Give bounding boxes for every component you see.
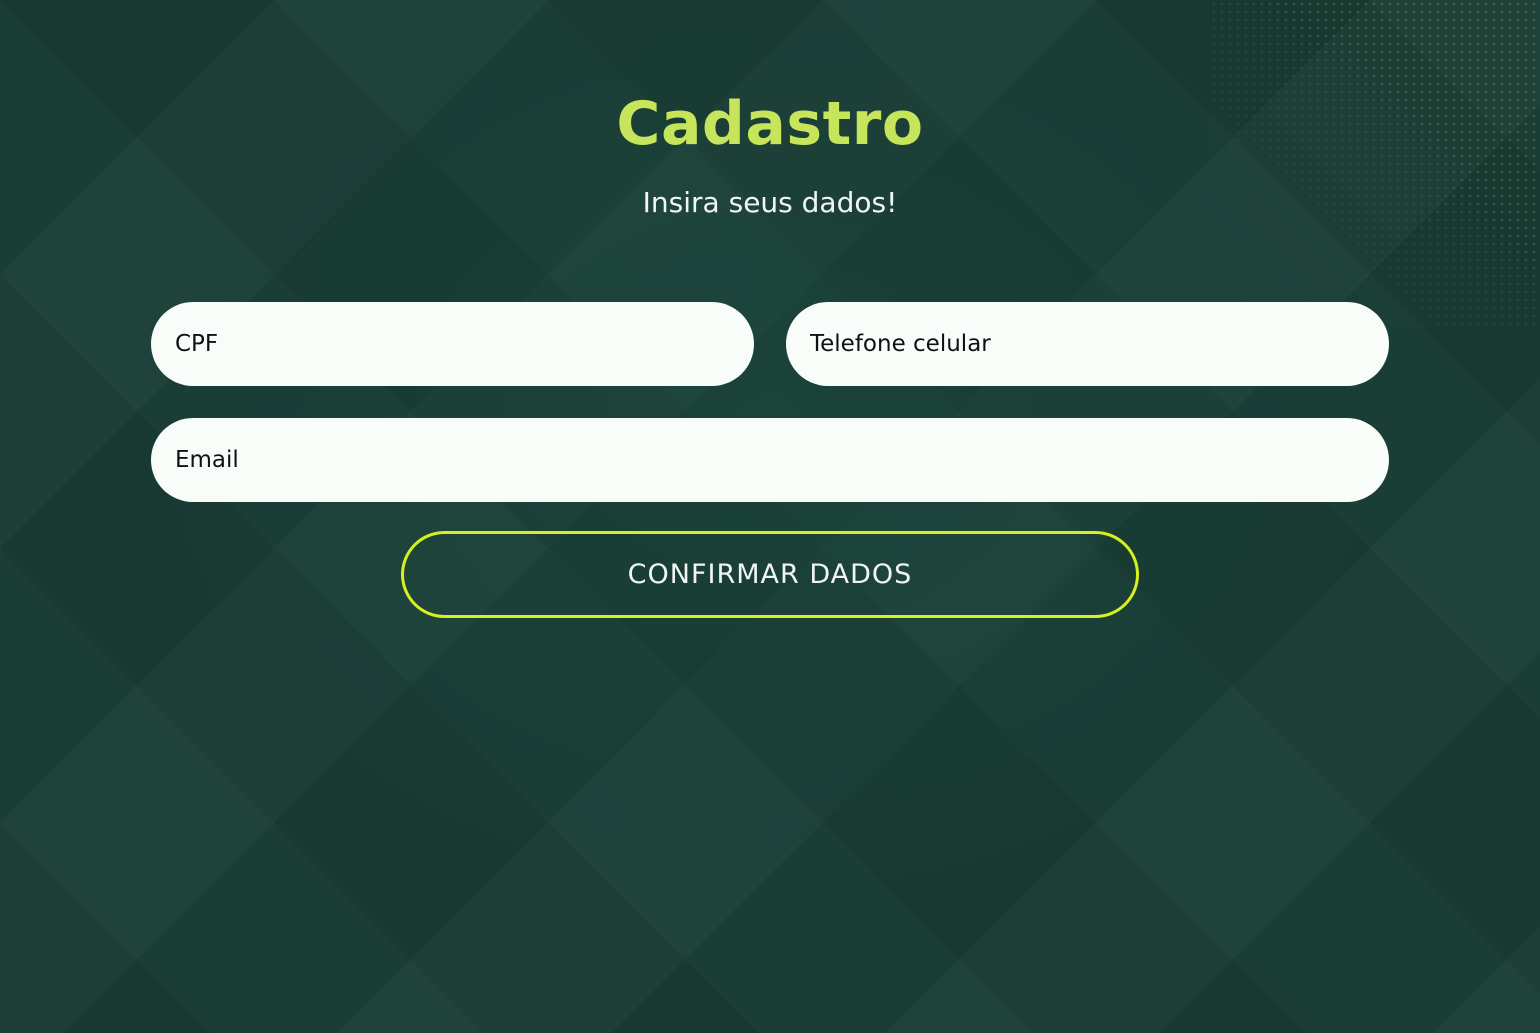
confirm-data-button[interactable]: CONFIRMAR DADOS xyxy=(401,531,1139,618)
phone-input[interactable] xyxy=(786,302,1389,386)
decorative-dot-pattern xyxy=(1210,0,1540,330)
email-input[interactable] xyxy=(151,418,1389,502)
page-title: Cadastro xyxy=(616,89,924,159)
page-subtitle: Insira seus dados! xyxy=(642,186,898,219)
cpf-input[interactable] xyxy=(151,302,754,386)
